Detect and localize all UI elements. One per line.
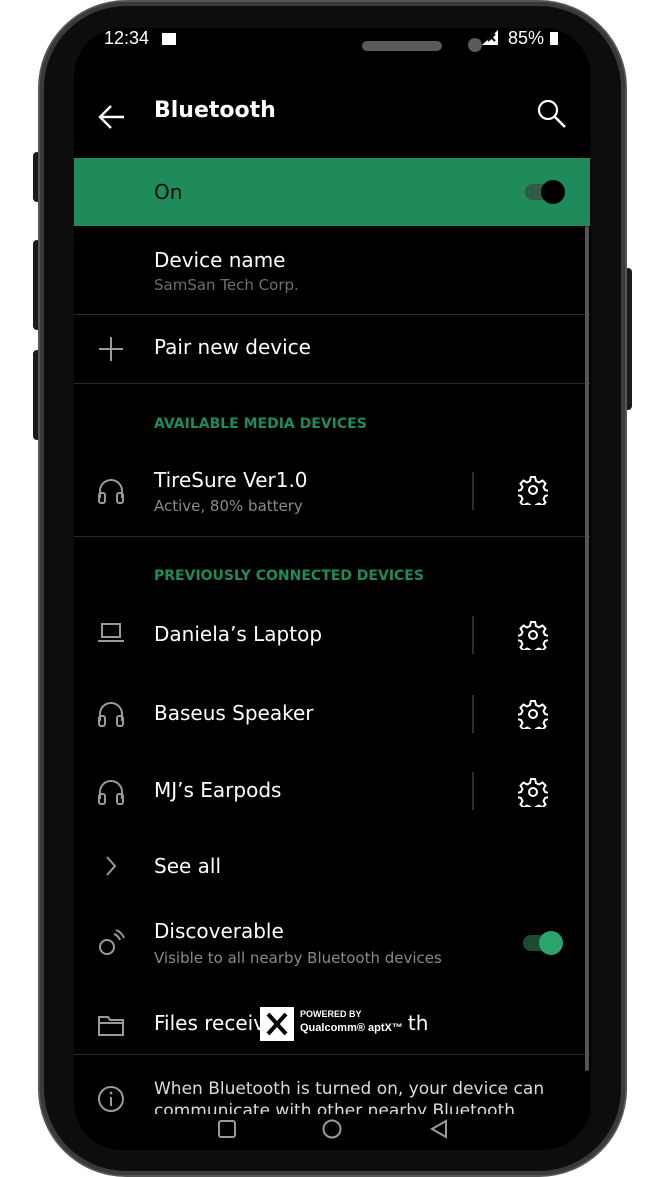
recent-apps-icon[interactable]: [216, 1118, 238, 1140]
bluetooth-switch[interactable]: [525, 180, 565, 204]
aptx-badge: POWERED BY Qualcomm® aptX™: [260, 1007, 408, 1041]
device-name-row[interactable]: Device name SamSan Tech Corp.: [74, 226, 590, 314]
search-icon[interactable]: [536, 98, 568, 130]
info-row: When Bluetooth is turned on, your device…: [74, 1068, 590, 1114]
info-text: When Bluetooth is turned on, your device…: [154, 1079, 545, 1114]
info-icon: [98, 1086, 124, 1112]
device-row-speaker[interactable]: Baseus Speaker: [74, 692, 590, 738]
signal-icon: [482, 30, 498, 45]
discoverable-row[interactable]: Discoverable Visible to all nearby Bluet…: [74, 914, 590, 974]
vertical-divider: [472, 472, 474, 510]
switch-knob: [541, 180, 565, 204]
device-name: TireSure Ver1.0: [154, 468, 308, 492]
device-name: Baseus Speaker: [154, 701, 314, 725]
navigation-bar: [74, 1114, 591, 1150]
switch-knob: [539, 931, 563, 955]
badge-line2: Qualcomm® aptX™: [300, 1022, 403, 1034]
available-media-header: AVAILABLE MEDIA DEVICES: [154, 416, 367, 432]
page-title: Bluetooth: [154, 98, 276, 123]
device-name: Daniela’s Laptop: [154, 622, 323, 646]
back-arrow-icon[interactable]: [98, 104, 126, 130]
vertical-divider: [472, 616, 474, 654]
device-row-earpods[interactable]: MJ’s Earpods: [74, 769, 590, 815]
divider: [74, 383, 590, 384]
image-notification-icon: [162, 33, 176, 45]
scrollbar[interactable]: [585, 226, 589, 1071]
power-button: [624, 268, 632, 410]
headphones-icon: [98, 479, 124, 504]
vertical-divider: [472, 695, 474, 733]
plus-icon: [99, 337, 123, 361]
laptop-icon: [98, 623, 124, 642]
divider: [74, 1054, 590, 1055]
device-name-label: Device name: [154, 248, 286, 272]
badge-line1: POWERED BY: [300, 1009, 362, 1019]
discoverable-switch[interactable]: [523, 931, 563, 955]
screen: 12:34 85% Bluetooth On Device name SamSa…: [74, 28, 591, 1150]
status-time: 12:34: [104, 28, 150, 48]
device-row-laptop[interactable]: Daniela’s Laptop: [74, 612, 590, 658]
previously-connected-header: PREVIOUSLY CONNECTED DEVICES: [154, 568, 424, 584]
aptx-logo: [260, 1007, 294, 1041]
battery-icon: [550, 32, 558, 45]
see-all-row[interactable]: See all: [74, 844, 590, 888]
headphones-icon: [98, 780, 124, 805]
device-status: Active, 80% battery: [154, 497, 303, 515]
gear-icon[interactable]: [518, 777, 548, 807]
bluetooth-searching-icon: [99, 929, 125, 955]
discoverable-label: Discoverable: [154, 919, 284, 943]
see-all-label: See all: [154, 854, 222, 878]
pair-new-device-label: Pair new device: [154, 335, 311, 359]
back-nav-icon[interactable]: [428, 1118, 450, 1140]
bluetooth-toggle-row[interactable]: On: [74, 158, 590, 226]
pair-new-device-row[interactable]: Pair new device: [74, 315, 590, 383]
home-icon[interactable]: [321, 1118, 343, 1140]
status-bar: 12:34 85%: [74, 28, 591, 56]
device-name-value: SamSan Tech Corp.: [154, 276, 299, 294]
device-row-tiresure[interactable]: TireSure Ver1.0 Active, 80% battery: [74, 456, 590, 536]
headphones-icon: [98, 702, 124, 727]
chevron-right-icon: [106, 856, 117, 876]
divider: [74, 536, 590, 537]
vertical-divider: [472, 772, 474, 810]
gear-icon[interactable]: [518, 620, 548, 650]
gear-icon[interactable]: [518, 699, 548, 729]
gear-icon[interactable]: [518, 475, 548, 505]
bluetooth-toggle-label: On: [154, 180, 183, 204]
discoverable-description: Visible to all nearby Bluetooth devices: [154, 949, 442, 967]
battery-percentage: 85%: [508, 28, 545, 48]
folder-icon: [98, 1016, 124, 1036]
device-name: MJ’s Earpods: [154, 778, 282, 802]
